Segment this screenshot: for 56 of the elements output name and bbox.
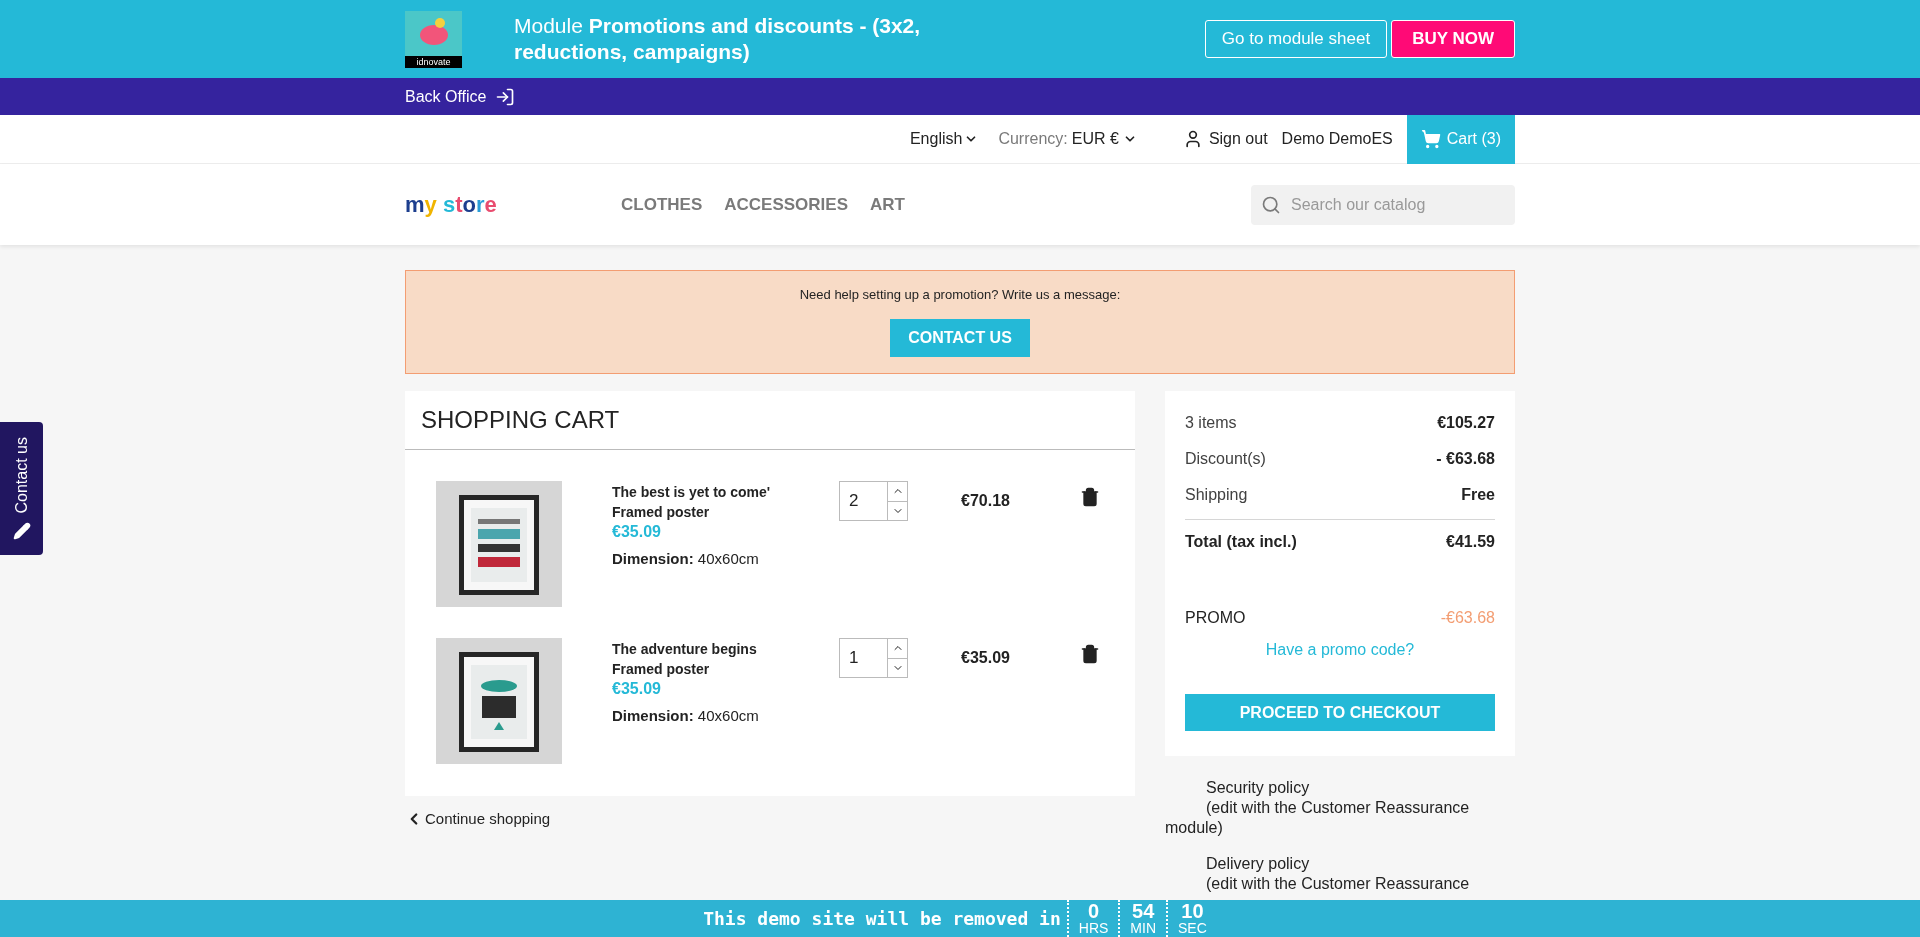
countdown-unit: SEC	[1178, 921, 1207, 935]
demo-message: This demo site will be removed in	[703, 907, 1061, 931]
contact-tab[interactable]: Contact us	[0, 422, 43, 555]
cart-icon	[1420, 129, 1441, 149]
countdown-value: 0	[1088, 901, 1100, 921]
store-logo[interactable]: my store	[405, 188, 621, 221]
brand-label: idnovate	[405, 55, 462, 68]
countdown-value: 54	[1132, 901, 1155, 921]
reassurance-text: Delivery policy (edit with the Customer Reassurance	[1205, 854, 1471, 894]
summary-value: €105.27	[1437, 413, 1495, 433]
pencil-icon	[12, 521, 31, 540]
summary-label: 3 items	[1185, 413, 1237, 433]
summary-label: Discount(s)	[1185, 449, 1266, 469]
delete-button[interactable]	[1080, 487, 1100, 507]
language-dropdown[interactable]: English	[909, 127, 979, 151]
summary-label: Shipping	[1185, 485, 1248, 505]
help-message: Need help setting up a promotion? Write us a message:	[799, 286, 1121, 304]
currency-dropdown[interactable]: Currency: EUR €	[998, 127, 1137, 151]
unit-price: €35.09	[612, 522, 662, 542]
product-name[interactable]: The adventure begins	[612, 639, 842, 659]
continue-shopping-link[interactable]: Continue shopping	[405, 808, 551, 831]
menu-item[interactable]: ART	[870, 191, 905, 218]
trash-icon	[1080, 487, 1100, 507]
product-attribute: Dimension: 40x60cm	[612, 706, 760, 726]
summary-value: - €63.68	[1436, 449, 1495, 469]
back-office-link[interactable]: Back Office	[405, 84, 515, 109]
trash-icon	[1080, 644, 1100, 664]
line-total: €70.18	[961, 491, 1011, 511]
delete-button[interactable]	[1080, 644, 1100, 664]
countdown-value: 10	[1181, 901, 1204, 921]
product-subtitle: Framed poster	[612, 503, 711, 522]
total-value: €41.59	[1446, 532, 1495, 552]
product-name[interactable]: The best is yet to come'	[612, 482, 842, 502]
unit-price: €35.09	[612, 679, 662, 699]
menu-item[interactable]: ACCESSORIES	[724, 191, 848, 218]
countdown-unit: HRS	[1078, 921, 1109, 935]
enter-icon	[494, 86, 515, 107]
line-total: €35.09	[961, 648, 1011, 668]
menu-item[interactable]: CLOTHES	[621, 191, 703, 218]
voucher-amount: -€63.68	[1440, 608, 1495, 628]
search-icon	[1261, 194, 1281, 215]
buy-now-button[interactable]: BUY NOW	[1391, 20, 1515, 58]
quantity-field[interactable]: 2	[839, 481, 888, 521]
sign-out-link[interactable]: Sign out	[1182, 127, 1268, 151]
product-attribute: Dimension: 40x60cm	[612, 549, 760, 569]
product-subtitle: Framed poster	[612, 660, 711, 679]
summary-value: Free	[1461, 485, 1495, 505]
reassurance-text: Security policy (edit with the Customer Reassurance module)	[1165, 778, 1471, 838]
countdown-unit: MIN	[1130, 921, 1157, 935]
search-field[interactable]: Search our catalog	[1251, 184, 1515, 225]
voucher-name: PROMO	[1185, 608, 1246, 628]
total-label: Total (tax incl.)	[1185, 532, 1297, 552]
cart-title: SHOPPING CART	[405, 391, 1135, 450]
module-title: Module Promotions and discounts - (3x2, reductions, campaigns)	[514, 13, 922, 65]
quantity-field[interactable]: 1	[839, 638, 888, 678]
customer-name: Demo DemoES	[1281, 129, 1393, 149]
